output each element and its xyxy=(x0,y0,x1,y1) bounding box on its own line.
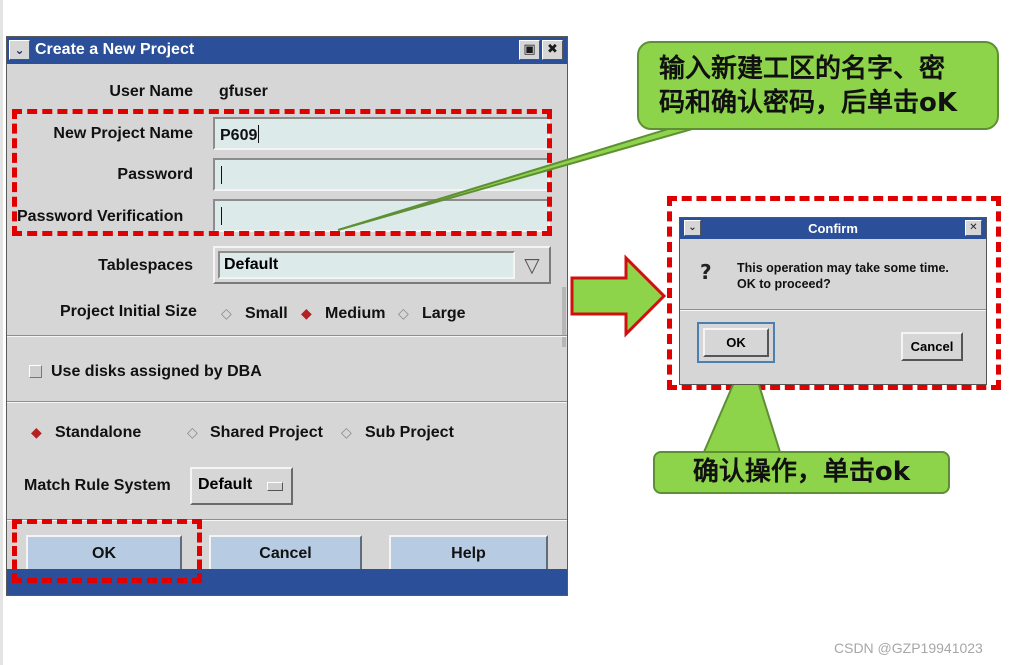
confirm-message: This operation may take some time. OK to… xyxy=(737,260,949,292)
confirm-ok-button[interactable]: OK xyxy=(703,328,769,357)
question-icon: ? xyxy=(700,260,712,284)
confirm-menu-button[interactable]: ⌄ xyxy=(684,220,701,236)
callout-line-1: 输入新建工区的名字、密 xyxy=(659,54,946,84)
callout-line-2: 码和确认密码，后单击oK xyxy=(659,88,958,118)
callout-confirm-ok: 确认操作，单击ok xyxy=(653,451,950,494)
confirm-divider xyxy=(680,309,986,311)
right-arrow-icon xyxy=(570,254,667,338)
watermark: CSDN @GZP19941023 xyxy=(834,640,983,656)
confirm-title: Confirm xyxy=(808,221,858,236)
callout-enter-project-info: 输入新建工区的名字、密 码和确认密码，后单击oK xyxy=(637,41,999,130)
confirm-message-line-1: This operation may take some time. xyxy=(737,261,949,275)
confirm-dialog: Confirm ⌄ ✕ ? This operation may take so… xyxy=(679,217,987,385)
confirm-message-line-2: OK to proceed? xyxy=(737,277,831,291)
confirm-ok-focus-ring: OK xyxy=(697,322,775,363)
confirm-cancel-button[interactable]: Cancel xyxy=(901,332,963,361)
confirm-close-button[interactable]: ✕ xyxy=(965,220,982,236)
confirm-titlebar: Confirm xyxy=(680,218,986,239)
